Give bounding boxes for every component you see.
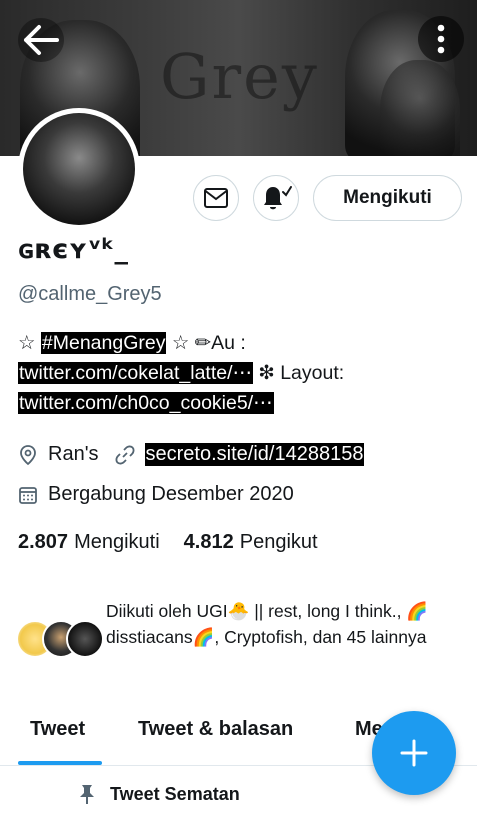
bio-text: ☆ ✏Au : <box>166 332 246 354</box>
message-button[interactable] <box>193 175 239 221</box>
following-label: Mengikuti <box>74 531 160 553</box>
more-vertical-icon <box>437 24 445 54</box>
following-stat[interactable]: 2.807 Mengikuti <box>18 531 160 554</box>
bio-link-au[interactable]: twitter.com/cokelat_latte/⋯ <box>18 362 254 384</box>
envelope-icon <box>204 188 228 208</box>
joined-date-text: Bergabung Desember 2020 <box>48 483 294 505</box>
profile-bio: ☆ #MenangGrey ☆ ✏Au : twitter.com/cokela… <box>18 328 458 418</box>
location-pin-icon <box>20 444 36 465</box>
location-text: Ran's <box>48 443 99 465</box>
banner-text: Grey <box>160 40 319 113</box>
pinned-tweet-header: Tweet Sematan <box>78 783 240 805</box>
bio-text: ❇ Layout: <box>253 362 345 384</box>
follower-avatar <box>66 620 104 658</box>
followers-label: Pengikut <box>239 531 318 553</box>
bio-link-layout[interactable]: twitter.com/ch0co_cookie5/⋯ <box>18 392 274 414</box>
avatar[interactable] <box>18 108 140 230</box>
arrow-left-icon <box>24 25 59 55</box>
followed-by-text[interactable]: Diikuti oleh UGI🐣 || rest, long I think.… <box>106 598 466 650</box>
link-icon <box>115 445 134 464</box>
avatar-image <box>23 113 135 225</box>
compose-tweet-button[interactable] <box>372 711 456 795</box>
follow-stats: 2.807 Mengikuti 4.812 Pengikut <box>18 531 342 554</box>
notifications-button[interactable] <box>253 175 299 221</box>
website-link[interactable]: secreto.site/id/14288158 <box>144 443 365 466</box>
followers-stat[interactable]: 4.812 Pengikut <box>184 531 318 554</box>
bell-check-icon <box>264 186 292 210</box>
following-button[interactable]: Mengikuti <box>313 175 462 221</box>
profile-meta-row: Ran's secreto.site/id/14288158 <box>18 443 365 466</box>
plus-icon <box>400 739 428 767</box>
more-options-button[interactable] <box>418 16 464 62</box>
display-name: ɢʀєʏᵛᵏ_ <box>18 234 129 265</box>
back-button[interactable] <box>18 18 64 62</box>
active-tab-indicator <box>18 761 102 765</box>
followed-by-avatars[interactable] <box>16 620 104 660</box>
tab-tweets[interactable]: Tweet <box>30 718 85 741</box>
following-count: 2.807 <box>18 531 69 553</box>
bio-text: ☆ <box>18 332 41 354</box>
followers-count: 4.812 <box>183 531 234 553</box>
tab-tweets-and-replies[interactable]: Tweet & balasan <box>138 718 293 741</box>
pin-icon <box>80 785 94 804</box>
bio-hashtag-link[interactable]: #MenangGrey <box>40 332 167 354</box>
username-handle: @callme_Grey5 <box>18 283 162 305</box>
pinned-label: Tweet Sematan <box>110 783 240 804</box>
joined-date-row: Bergabung Desember 2020 <box>18 483 294 506</box>
calendar-icon <box>19 486 37 504</box>
banner-figure-right-2 <box>380 60 460 156</box>
